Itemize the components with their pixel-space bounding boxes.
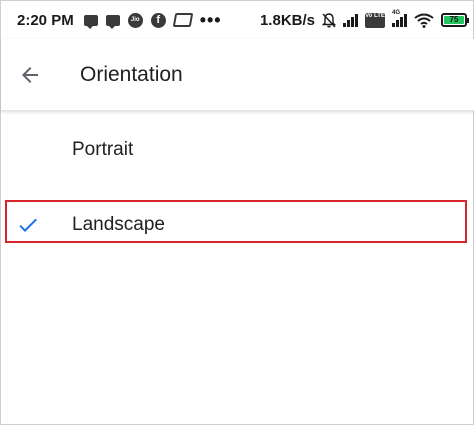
page-title: Orientation — [80, 62, 183, 86]
option-label-portrait: Portrait — [72, 139, 134, 160]
screen-frame: 2:20 PM Jio f ••• 1.8KB/s Vo LTE 4G 75 O… — [0, 0, 474, 425]
bell-muted-icon — [322, 12, 336, 27]
network-speed: 1.8KB/s — [259, 11, 315, 29]
arrow-back-icon — [22, 66, 38, 83]
option-label-landscape: Landscape — [72, 214, 165, 235]
signal-bars-icon — [343, 13, 358, 27]
back-button[interactable] — [4, 49, 56, 101]
status-bar: 2:20 PM Jio f ••• 1.8KB/s Vo LTE 4G 75 — [1, 1, 474, 39]
app-bar: Orientation — [1, 39, 474, 111]
more-notifications-icon: ••• — [199, 10, 222, 30]
signal-4g-icon: 4G — [392, 10, 407, 27]
network-type-label: 4G — [392, 10, 401, 16]
volte-icon: Vo LTE — [365, 12, 385, 28]
check-icon — [19, 218, 37, 232]
facebook-icon: f — [150, 12, 166, 28]
option-landscape[interactable]: Landscape — [1, 197, 474, 253]
option-portrait[interactable]: Portrait — [1, 122, 474, 178]
battery-level: 75 — [444, 16, 464, 24]
status-time: 2:20 PM — [17, 11, 74, 29]
status-bar-left: 2:20 PM Jio f ••• — [17, 11, 222, 29]
message-icon — [83, 14, 98, 29]
app-notification-icon — [172, 13, 193, 27]
message-icon-2 — [105, 14, 120, 29]
status-bar-right: 1.8KB/s Vo LTE 4G 75 — [259, 10, 469, 29]
jio-icon: Jio — [127, 12, 143, 28]
wifi-icon — [414, 13, 434, 28]
battery-icon: 75 — [441, 13, 469, 27]
